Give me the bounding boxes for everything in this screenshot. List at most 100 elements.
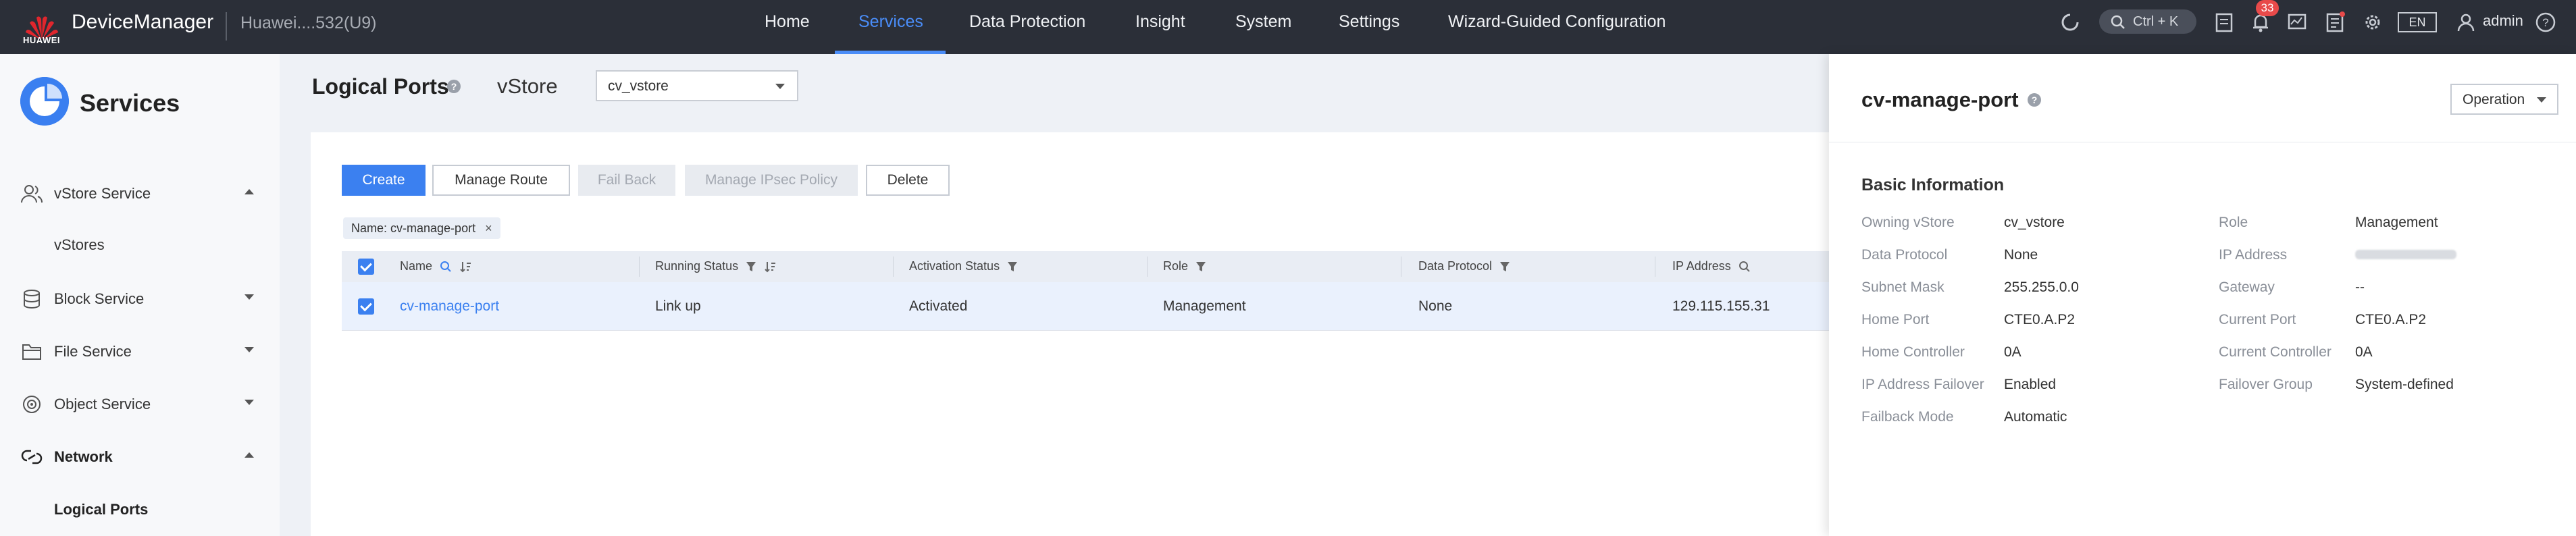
- monitor-icon[interactable]: [2286, 11, 2309, 34]
- filter-chip[interactable]: Name: cv-manage-port ×: [343, 217, 500, 239]
- row-checkbox[interactable]: [358, 298, 374, 315]
- field-value: CTE0.A.P2: [2355, 312, 2427, 327]
- field-value: System-defined: [2355, 377, 2454, 392]
- filter-icon[interactable]: [746, 261, 756, 273]
- object-icon: [23, 396, 41, 413]
- filter-icon[interactable]: [1195, 261, 1206, 273]
- device-name[interactable]: Huawei....532(U9): [240, 14, 376, 33]
- nav-home[interactable]: Home: [765, 12, 810, 32]
- port-name-link[interactable]: cv-manage-port: [400, 298, 499, 315]
- field-label: Role: [2219, 215, 2248, 230]
- sidebar-item-vstores[interactable]: vStores: [0, 231, 280, 258]
- refresh-icon[interactable]: [2059, 11, 2082, 34]
- field-label: Subnet Mask: [1861, 279, 1944, 295]
- create-button[interactable]: Create: [342, 165, 426, 196]
- sidebar-item-label: vStore Service: [54, 185, 151, 202]
- sidebar-item-block-service[interactable]: Block Service: [0, 285, 280, 312]
- filter-chip-label: Name: cv-manage-port: [351, 221, 476, 235]
- filter-icon[interactable]: [1499, 261, 1510, 273]
- alarm-count-badge: 33: [2256, 0, 2279, 16]
- sort-icon[interactable]: [459, 261, 471, 273]
- vstore-label: vStore: [497, 74, 558, 98]
- column-divider: [639, 257, 640, 277]
- nav-system[interactable]: System: [1235, 12, 1291, 32]
- table-header: Name Running Status Activation Status Ro…: [342, 251, 1829, 282]
- delete-button[interactable]: Delete: [866, 165, 950, 196]
- nav-services[interactable]: Services: [858, 12, 923, 32]
- sidebar: Services vStore Service vStores Block Se…: [0, 54, 280, 536]
- search-icon: [2111, 15, 2125, 29]
- operation-dropdown[interactable]: Operation: [2450, 84, 2558, 115]
- filter-icon[interactable]: [1007, 261, 1018, 273]
- database-icon: [24, 290, 40, 309]
- sidebar-item-network[interactable]: Network: [0, 443, 280, 470]
- table-row[interactable]: cv-manage-port Link up Activated Managem…: [342, 282, 1829, 331]
- nav-insight[interactable]: Insight: [1135, 12, 1185, 32]
- cell-ip-address: 129.115.155.31: [1672, 298, 1770, 314]
- detail-title: cv-manage-port: [1861, 88, 2019, 111]
- help-icon[interactable]: ?: [447, 80, 461, 93]
- user-name[interactable]: admin: [2483, 12, 2523, 30]
- sidebar-item-label: Logical Ports: [54, 501, 149, 518]
- sidebar-item-logical-ports[interactable]: Logical Ports: [0, 495, 280, 522]
- users-icon: [21, 185, 43, 203]
- field-value: Enabled: [2004, 377, 2057, 392]
- nav-data-protection[interactable]: Data Protection: [969, 12, 1085, 32]
- help-icon[interactable]: ?: [2534, 11, 2557, 34]
- field-label: Failback Mode: [1861, 409, 1954, 425]
- manage-route-button[interactable]: Manage Route: [432, 165, 570, 196]
- nav-settings[interactable]: Settings: [1339, 12, 1399, 32]
- sort-icon[interactable]: [764, 261, 776, 273]
- sidebar-item-label: Block Service: [54, 290, 145, 307]
- svg-text:?: ?: [2542, 16, 2548, 29]
- cell-data-protocol: None: [1418, 298, 1453, 314]
- vstore-select[interactable]: cv_vstore: [596, 70, 798, 101]
- search-shortcut: Ctrl + K: [2133, 14, 2179, 29]
- close-icon[interactable]: ×: [485, 221, 492, 235]
- field-label: Owning vStore: [1861, 215, 1955, 230]
- cell-role: Management: [1163, 298, 1246, 314]
- chevron-down-icon: [244, 294, 254, 300]
- sidebar-item-label: vStores: [54, 236, 105, 253]
- search-icon[interactable]: [1738, 261, 1751, 273]
- nav-wizard[interactable]: Wizard-Guided Configuration: [1448, 12, 1666, 32]
- column-divider: [893, 257, 894, 277]
- page-title: Logical Ports: [312, 74, 449, 99]
- search-icon[interactable]: [440, 261, 452, 273]
- list-icon[interactable]: [2323, 11, 2346, 34]
- manage-ipsec-policy-button[interactable]: Manage IPsec Policy: [685, 165, 858, 196]
- chevron-down-icon: [244, 400, 254, 405]
- sidebar-item-vstore-service[interactable]: vStore Service: [0, 180, 280, 207]
- column-header-ip-address: IP Address: [1672, 259, 1751, 273]
- services-logo-icon: [20, 77, 69, 126]
- sidebar-item-object-service[interactable]: Object Service: [0, 390, 280, 417]
- field-value: cv_vstore: [2004, 215, 2065, 230]
- field-value: Automatic: [2004, 409, 2067, 425]
- field-value: 255.255.0.0: [2004, 279, 2079, 295]
- network-icon: [21, 450, 43, 464]
- task-icon[interactable]: [2213, 11, 2236, 34]
- help-icon[interactable]: ?: [2028, 93, 2041, 107]
- user-icon[interactable]: [2454, 11, 2477, 34]
- field-label: Home Port: [1861, 312, 1930, 327]
- field-label: Gateway: [2219, 279, 2275, 295]
- redacted-ip-address: [2355, 250, 2456, 259]
- fail-back-button[interactable]: Fail Back: [578, 165, 675, 196]
- top-bar: HUAWEI DeviceManager Huawei....532(U9) H…: [0, 0, 2576, 54]
- field-label: Home Controller: [1861, 344, 1965, 360]
- vstore-select-value: cv_vstore: [608, 78, 669, 94]
- detail-panel: cv-manage-port ? Operation Basic Informa…: [1829, 54, 2576, 536]
- field-value: 0A: [2004, 344, 2021, 360]
- gear-icon[interactable]: [2361, 11, 2384, 34]
- column-header-role: Role: [1163, 259, 1206, 273]
- sidebar-item-file-service[interactable]: File Service: [0, 338, 280, 365]
- cell-running-status: Link up: [655, 298, 701, 314]
- field-label: Failover Group: [2219, 377, 2313, 392]
- global-search[interactable]: Ctrl + K: [2099, 9, 2196, 34]
- column-divider: [1147, 257, 1148, 277]
- language-switch[interactable]: EN: [2398, 12, 2437, 32]
- select-all-checkbox[interactable]: [358, 259, 374, 275]
- folder-icon: [22, 344, 41, 360]
- field-value: Management: [2355, 215, 2438, 230]
- chevron-up-icon: [244, 452, 254, 458]
